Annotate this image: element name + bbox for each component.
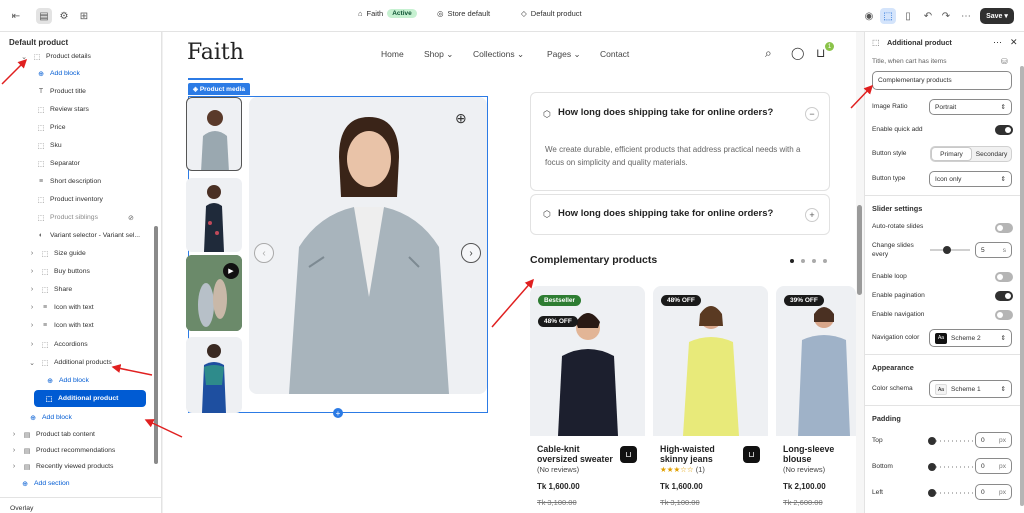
arrow-additional-product <box>144 419 183 438</box>
arrow-product-details <box>1 58 28 85</box>
annotation-arrows <box>1 58 874 438</box>
arrow-complementary <box>491 278 534 328</box>
arrow-title-field <box>850 84 874 109</box>
arrow-additional-products <box>111 364 153 376</box>
